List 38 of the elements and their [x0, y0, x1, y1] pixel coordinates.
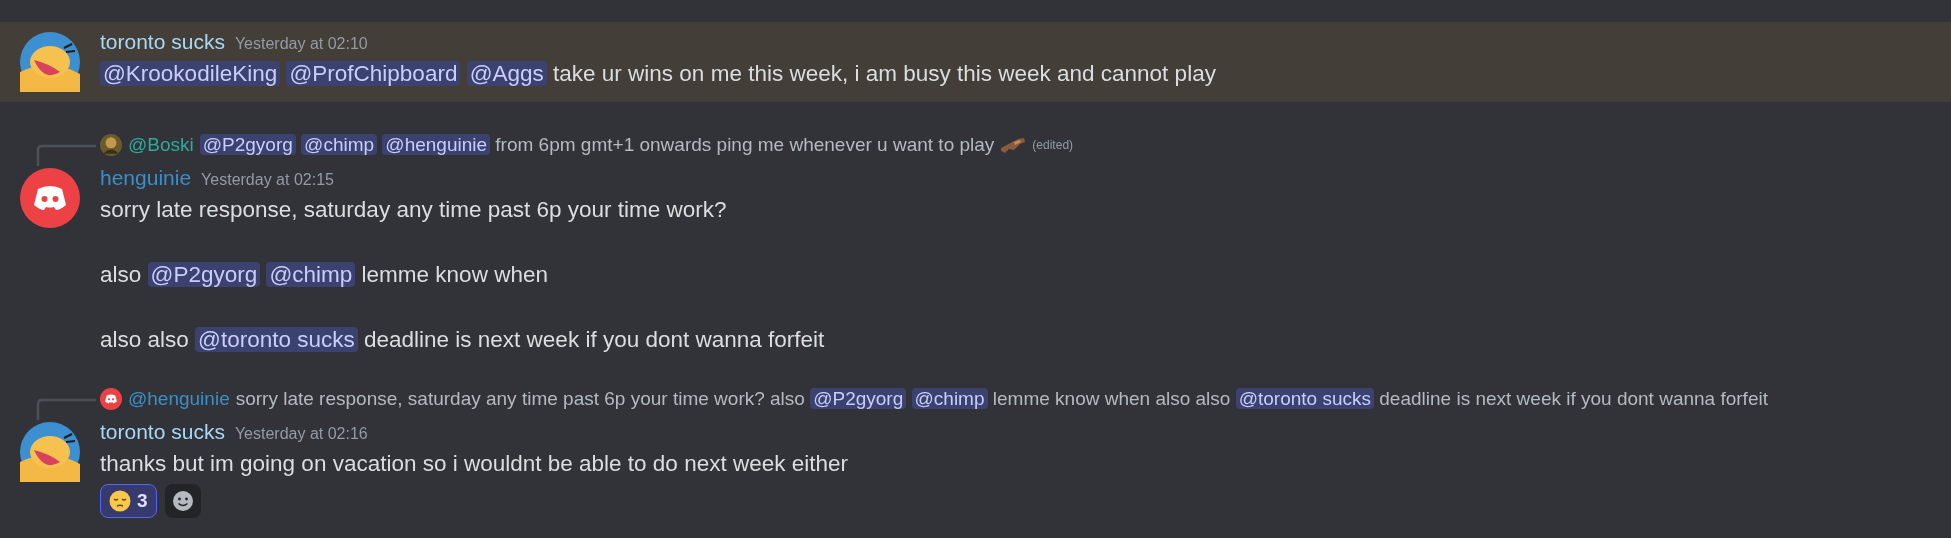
mention[interactable]: @ProfChipboard [286, 61, 461, 86]
emoji-icon [109, 490, 131, 512]
avatar[interactable] [20, 422, 80, 482]
avatar[interactable] [100, 388, 122, 410]
message-text: also @P2gyorg @chimp lemme know when [100, 261, 549, 289]
edited-label: (edited) [1032, 138, 1074, 152]
reply-author[interactable]: @Boski [128, 134, 194, 156]
author-name[interactable]: toronto sucks [100, 30, 225, 54]
message-text: also also @toronto sucks deadline is next week if you dont wanna forfeit [100, 326, 826, 354]
message-text: sorry late response, saturday any time past 6p your time work? [100, 196, 728, 224]
reply-connector-line [36, 398, 96, 420]
mention[interactable]: @toronto sucks [1235, 388, 1374, 409]
mention[interactable]: @chimp [301, 134, 378, 155]
avatar[interactable] [20, 32, 80, 92]
author-name[interactable]: henguinie [100, 166, 192, 190]
timestamp: Yesterday at 02:16 [234, 425, 368, 443]
mention[interactable]: @henguinie [382, 134, 491, 155]
mention[interactable]: @chimp [911, 388, 988, 409]
reaction[interactable]: 3 [100, 484, 157, 518]
smiley-icon [171, 490, 194, 512]
mention[interactable]: @P2gyorg [810, 388, 907, 409]
author-name[interactable]: toronto sucks [100, 420, 225, 444]
message-text: thanks but im going on vacation so i wouldnt be able to do next week either [100, 450, 849, 478]
add-reaction-button[interactable] [164, 484, 201, 518]
mention[interactable]: @Aggs [466, 61, 547, 86]
reply-preview[interactable]: sorry late response, saturday any time past 6p your time work? also @P2gyorg @chimp lemme know when also also @toronto sucks deadline is next week if you dont wanna forfeit [235, 388, 1768, 410]
avatar[interactable] [20, 168, 80, 228]
mention[interactable]: @chimp [266, 262, 356, 287]
mention[interactable]: @P2gyorg [147, 262, 261, 287]
timestamp: Yesterday at 02:10 [234, 35, 368, 53]
reply-connector-line [36, 144, 96, 166]
mention[interactable]: @P2gyorg [199, 134, 296, 155]
message-text: @KrookodileKing @ProfChipboard @Aggs take ur wins on me this week, i am busy this week and cannot play [100, 58, 1951, 90]
mention[interactable]: @KrookodileKing [100, 61, 281, 86]
reply-preview[interactable]: @P2gyorg @chimp @henguinie from 6pm gmt+1 onwards ping me whenever u want to play [199, 134, 995, 156]
timestamp: Yesterday at 02:15 [201, 171, 334, 189]
mention[interactable]: @toronto sucks [195, 327, 358, 352]
reply-author[interactable]: @henguinie [128, 388, 230, 410]
